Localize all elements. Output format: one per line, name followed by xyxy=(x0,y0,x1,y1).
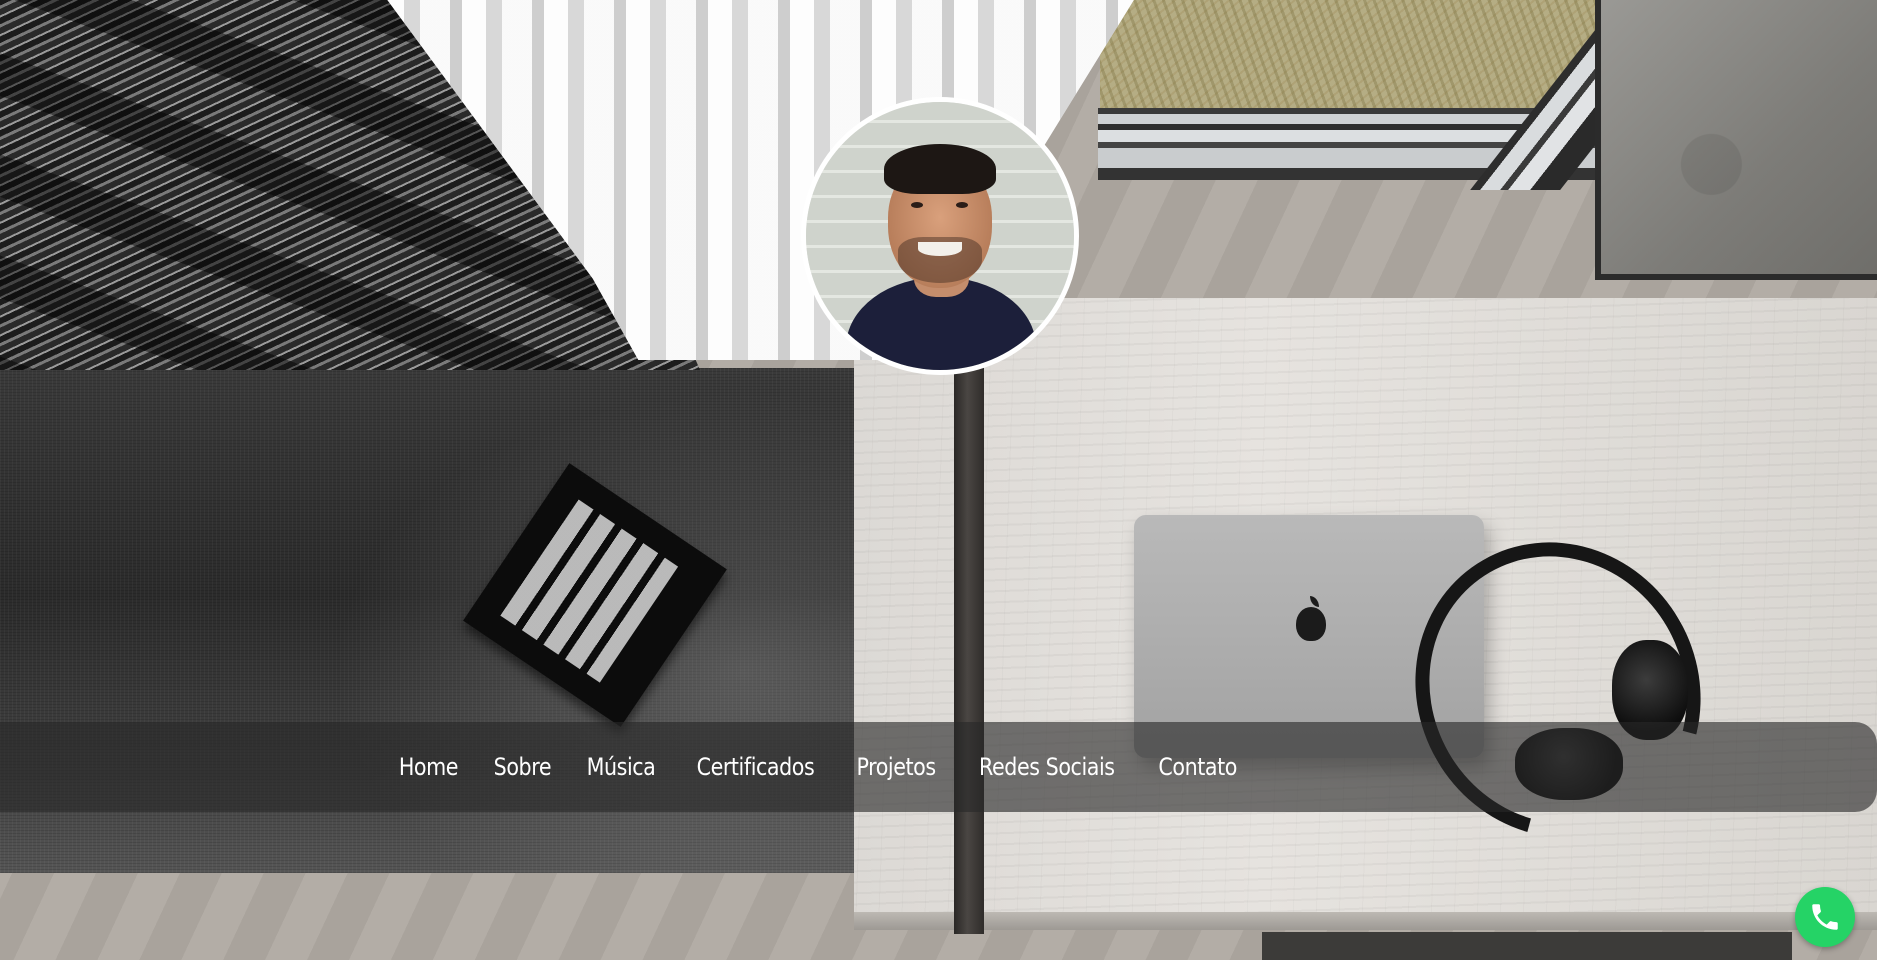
main-navigation: Home Sobre Música Certificados Projetos … xyxy=(0,722,1877,812)
nav-link-musica[interactable]: Música xyxy=(576,753,667,781)
book-cover-lettering xyxy=(500,499,679,683)
desk-edge xyxy=(854,912,1877,930)
avatar-smile xyxy=(918,242,962,256)
nav-link-sobre[interactable]: Sobre xyxy=(482,753,562,781)
nav-link-contato[interactable]: Contato xyxy=(1147,753,1248,781)
apple-logo-icon xyxy=(1296,607,1326,641)
nav-link-projetos[interactable]: Projetos xyxy=(845,753,947,781)
nav-link-home[interactable]: Home xyxy=(387,753,469,781)
avatar-eye-right xyxy=(956,202,968,208)
floor-rug xyxy=(1262,932,1792,960)
concrete-pillar xyxy=(1595,0,1877,280)
whatsapp-button[interactable] xyxy=(1795,887,1855,947)
avatar-hair xyxy=(884,144,996,194)
desk-divider xyxy=(954,298,984,934)
window-grass-view xyxy=(1100,0,1600,120)
nav-link-redes-sociais[interactable]: Redes Sociais xyxy=(968,753,1126,781)
nav-link-certificados[interactable]: Certificados xyxy=(686,753,826,781)
whatsapp-phone-icon xyxy=(1812,904,1838,930)
profile-avatar xyxy=(801,97,1079,375)
nav-list: Home Sobre Música Certificados Projetos … xyxy=(381,753,1257,781)
avatar-eye-left xyxy=(911,202,923,208)
